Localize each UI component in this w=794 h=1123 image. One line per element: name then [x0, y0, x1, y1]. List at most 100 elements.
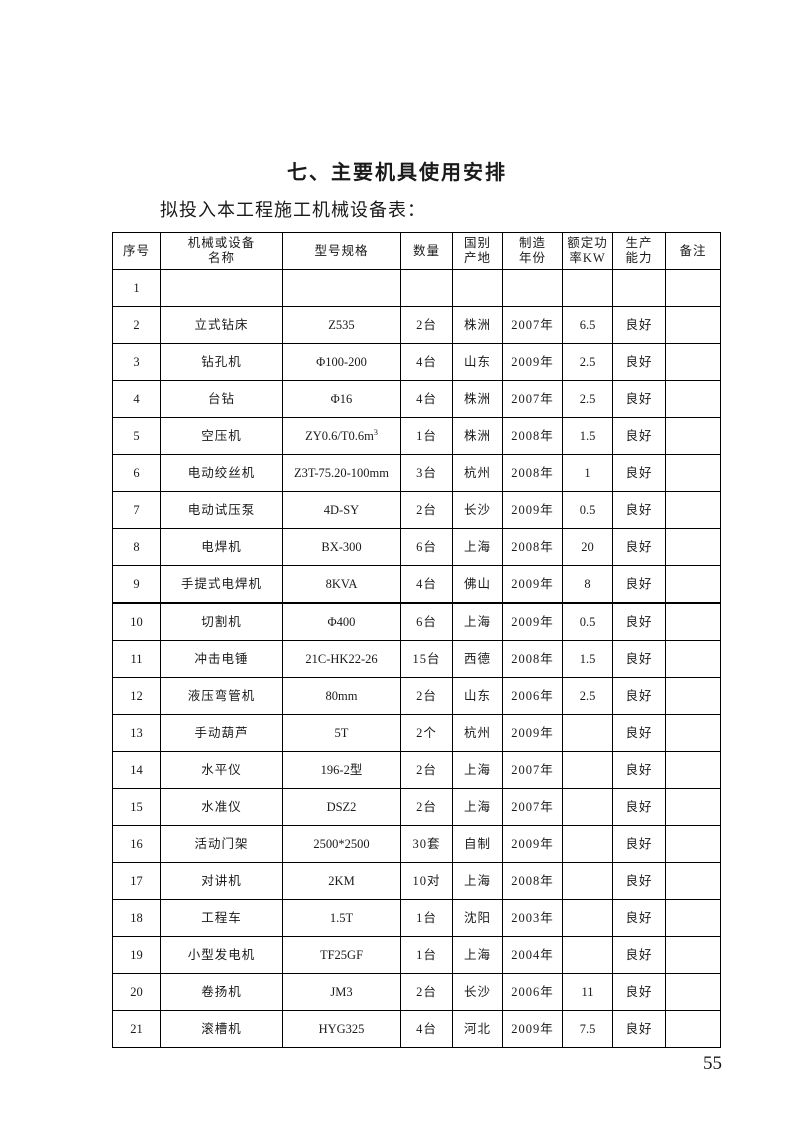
cell-qty [400, 269, 453, 307]
cell-remark [665, 491, 721, 529]
column-header-line: 产地 [463, 251, 491, 265]
cell-qty: 1台 [400, 899, 453, 937]
cell-year [502, 269, 563, 307]
cell-model: 80mm [282, 677, 401, 715]
cell-no: 9 [112, 565, 161, 604]
cell-no: 20 [112, 973, 161, 1011]
column-header-remark: 备注 [665, 232, 721, 270]
cell-year: 2008年 [502, 640, 563, 678]
table-row: 3 钻孔机 Φ100-200 4台 山东 2009年 2.5 良好 [112, 343, 721, 381]
cell-power: 20 [562, 528, 613, 566]
cell-remark [665, 677, 721, 715]
cell-no: 12 [112, 677, 161, 715]
cell-no: 21 [112, 1010, 161, 1048]
cell-no: 11 [112, 640, 161, 678]
cell-model: JM3 [282, 973, 401, 1011]
cell-remark [665, 528, 721, 566]
column-header-line: 序号 [122, 243, 150, 258]
cell-capacity: 良好 [612, 936, 666, 974]
cell-power: 1.5 [562, 640, 613, 678]
cell-capacity: 良好 [612, 602, 666, 641]
cell-qty: 2个 [400, 714, 453, 752]
cell-name: 对讲机 [160, 862, 283, 900]
table-row: 18 工程车 1.5T 1台 沈阳 2003年 良好 [112, 899, 721, 937]
cell-capacity: 良好 [612, 677, 666, 715]
document-page: 七、主要机具使用安排 拟投入本工程施工机械设备表： 序号 机械或设备 名称 型号规格数… [0, 0, 794, 1123]
cell-capacity: 良好 [612, 454, 666, 492]
cell-qty: 2台 [400, 973, 453, 1011]
cell-origin: 上海 [452, 788, 503, 826]
cell-name [160, 269, 283, 307]
cell-remark [665, 1010, 721, 1048]
cell-name: 台钻 [160, 380, 283, 418]
column-header-line: 生产 [625, 236, 653, 250]
cell-year: 2009年 [502, 602, 563, 641]
cell-model: 8KVA [282, 565, 401, 604]
cell-model: ZY0.6/T0.6m3 [282, 417, 401, 455]
cell-model: 21C-HK22-26 [282, 640, 401, 678]
column-header-qty: 数量 [400, 232, 453, 270]
cell-qty: 1台 [400, 936, 453, 974]
cell-qty: 3台 [400, 454, 453, 492]
cell-remark [665, 788, 721, 826]
cell-capacity: 良好 [612, 751, 666, 789]
cell-year: 2009年 [502, 825, 563, 863]
cell-power: 11 [562, 973, 613, 1011]
cell-model: 5T [282, 714, 401, 752]
column-header-line: 能力 [625, 251, 653, 265]
cell-origin: 西德 [452, 640, 503, 678]
cell-model-superscript: 3 [373, 427, 378, 437]
cell-capacity: 良好 [612, 565, 666, 604]
cell-origin: 长沙 [452, 491, 503, 529]
cell-origin: 山东 [452, 343, 503, 381]
column-header-line: 数量 [412, 243, 440, 258]
cell-power: 6.5 [562, 306, 613, 344]
cell-remark [665, 714, 721, 752]
cell-year: 2007年 [502, 380, 563, 418]
cell-power [562, 936, 613, 974]
cell-power [562, 788, 613, 826]
table-row: 15 水准仪 DSZ2 2台 上海 2007年 良好 [112, 788, 721, 826]
column-header-line: 国别 [463, 236, 491, 250]
cell-capacity: 良好 [612, 343, 666, 381]
cell-power: 2.5 [562, 677, 613, 715]
cell-capacity: 良好 [612, 825, 666, 863]
cell-name: 卷扬机 [160, 973, 283, 1011]
cell-name: 冲击电锤 [160, 640, 283, 678]
cell-power [562, 825, 613, 863]
cell-power [562, 269, 613, 307]
cell-name: 手提式电焊机 [160, 565, 283, 604]
cell-model: BX-300 [282, 528, 401, 566]
cell-origin: 株洲 [452, 380, 503, 418]
table-row: 1 [112, 269, 721, 307]
table-header-row: 序号 机械或设备 名称 型号规格 数量 国别 产地 制造 年份 额定功 率KW 生产 能力 备注 [112, 232, 721, 270]
table-row: 6 电动绞丝机 Z3T-75.20-100mm 3台 杭州 2008年 1 良好 [112, 454, 721, 492]
cell-model: Z535 [282, 306, 401, 344]
table-row: 2 立式钻床 Z535 2台 株洲 2007年 6.5 良好 [112, 306, 721, 344]
cell-year: 2009年 [502, 343, 563, 381]
cell-origin: 自制 [452, 825, 503, 863]
cell-year: 2008年 [502, 454, 563, 492]
cell-qty: 2台 [400, 306, 453, 344]
cell-power: 1 [562, 454, 613, 492]
column-header-line: 备注 [679, 243, 707, 258]
cell-year: 2006年 [502, 973, 563, 1011]
cell-year: 2006年 [502, 677, 563, 715]
cell-year: 2004年 [502, 936, 563, 974]
cell-year: 2007年 [502, 751, 563, 789]
table-row: 12 液压弯管机 80mm 2台 山东 2006年 2.5 良好 [112, 677, 721, 715]
cell-no: 13 [112, 714, 161, 752]
table-row: 5 空压机 ZY0.6/T0.6m3 1台 株洲 2008年 1.5 良好 [112, 417, 721, 455]
cell-remark [665, 899, 721, 937]
cell-name: 小型发电机 [160, 936, 283, 974]
cell-model: 2KM [282, 862, 401, 900]
table-row: 4 台钻 Φ16 4台 株洲 2007年 2.5 良好 [112, 380, 721, 418]
cell-power: 0.5 [562, 602, 613, 641]
cell-no: 8 [112, 528, 161, 566]
cell-remark [665, 602, 721, 641]
cell-no: 1 [112, 269, 161, 307]
cell-model: Φ400 [282, 602, 401, 641]
cell-capacity: 良好 [612, 306, 666, 344]
cell-model: Φ16 [282, 380, 401, 418]
cell-no: 18 [112, 899, 161, 937]
